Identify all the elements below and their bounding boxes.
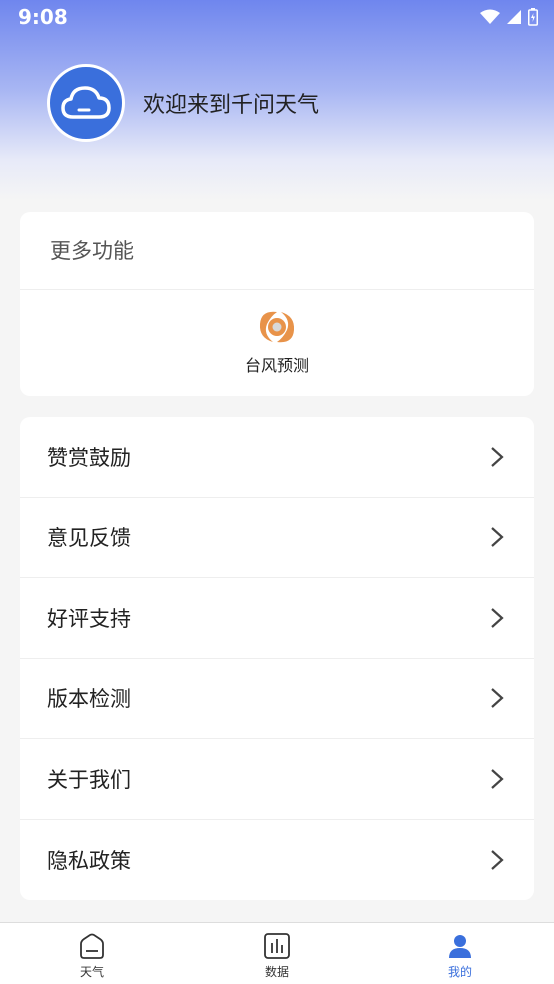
menu-item-label: 版本检测	[47, 687, 131, 712]
status-time: 9:08	[18, 5, 68, 29]
tab-data[interactable]: 数据	[247, 931, 307, 980]
user-icon	[449, 935, 471, 958]
cloud-icon	[61, 86, 111, 119]
chevron-right-icon	[491, 607, 504, 628]
chevron-right-icon	[491, 688, 504, 709]
tab-label: 天气	[79, 965, 104, 979]
signal-icon	[507, 10, 521, 24]
avatar[interactable]	[47, 64, 125, 142]
menu-item-feedback[interactable]: 意见反馈	[20, 498, 534, 578]
more-features-card: 更多功能 台风预测	[20, 212, 534, 396]
menu-item-about-us[interactable]: 关于我们	[20, 739, 534, 820]
chevron-right-icon	[491, 527, 504, 548]
home-icon	[80, 933, 104, 959]
profile-header: 欢迎来到千问天气	[47, 64, 319, 142]
tab-mine[interactable]: 我的	[430, 931, 490, 980]
menu-item-label: 关于我们	[47, 767, 131, 792]
status-bar: 9:08	[0, 0, 554, 34]
menu-item-version-check[interactable]: 版本检测	[20, 659, 534, 739]
tab-label: 数据	[264, 965, 289, 979]
welcome-text: 欢迎来到千问天气	[143, 93, 320, 118]
bottom-tab-bar: 天气 数据 我的	[0, 922, 554, 984]
tab-label: 我的	[447, 965, 472, 979]
menu-item-privacy-policy[interactable]: 隐私政策	[20, 820, 534, 901]
menu-item-label: 隐私政策	[47, 848, 131, 873]
wifi-icon	[480, 9, 500, 24]
menu-item-label: 赞赏鼓励	[47, 445, 131, 470]
status-icons	[480, 8, 538, 26]
tab-weather[interactable]: 天气	[62, 931, 122, 980]
chevron-right-icon	[491, 849, 504, 870]
battery-icon	[528, 8, 538, 26]
bar-chart-icon	[264, 933, 290, 959]
menu-item-label: 好评支持	[47, 606, 131, 631]
feature-typhoon-forecast[interactable]: 台风预测	[20, 308, 534, 376]
menu-card: 赞赏鼓励 意见反馈 好评支持 版本检测 关于我们 隐私政策	[20, 417, 534, 900]
typhoon-icon	[259, 311, 295, 343]
menu-item-appreciate[interactable]: 赞赏鼓励	[20, 417, 534, 498]
menu-item-rate[interactable]: 好评支持	[20, 578, 534, 659]
chevron-right-icon	[491, 446, 504, 467]
chevron-right-icon	[491, 768, 504, 789]
more-features-title: 更多功能	[20, 212, 534, 290]
feature-label: 台风预测	[244, 356, 309, 375]
menu-item-label: 意见反馈	[47, 526, 131, 551]
